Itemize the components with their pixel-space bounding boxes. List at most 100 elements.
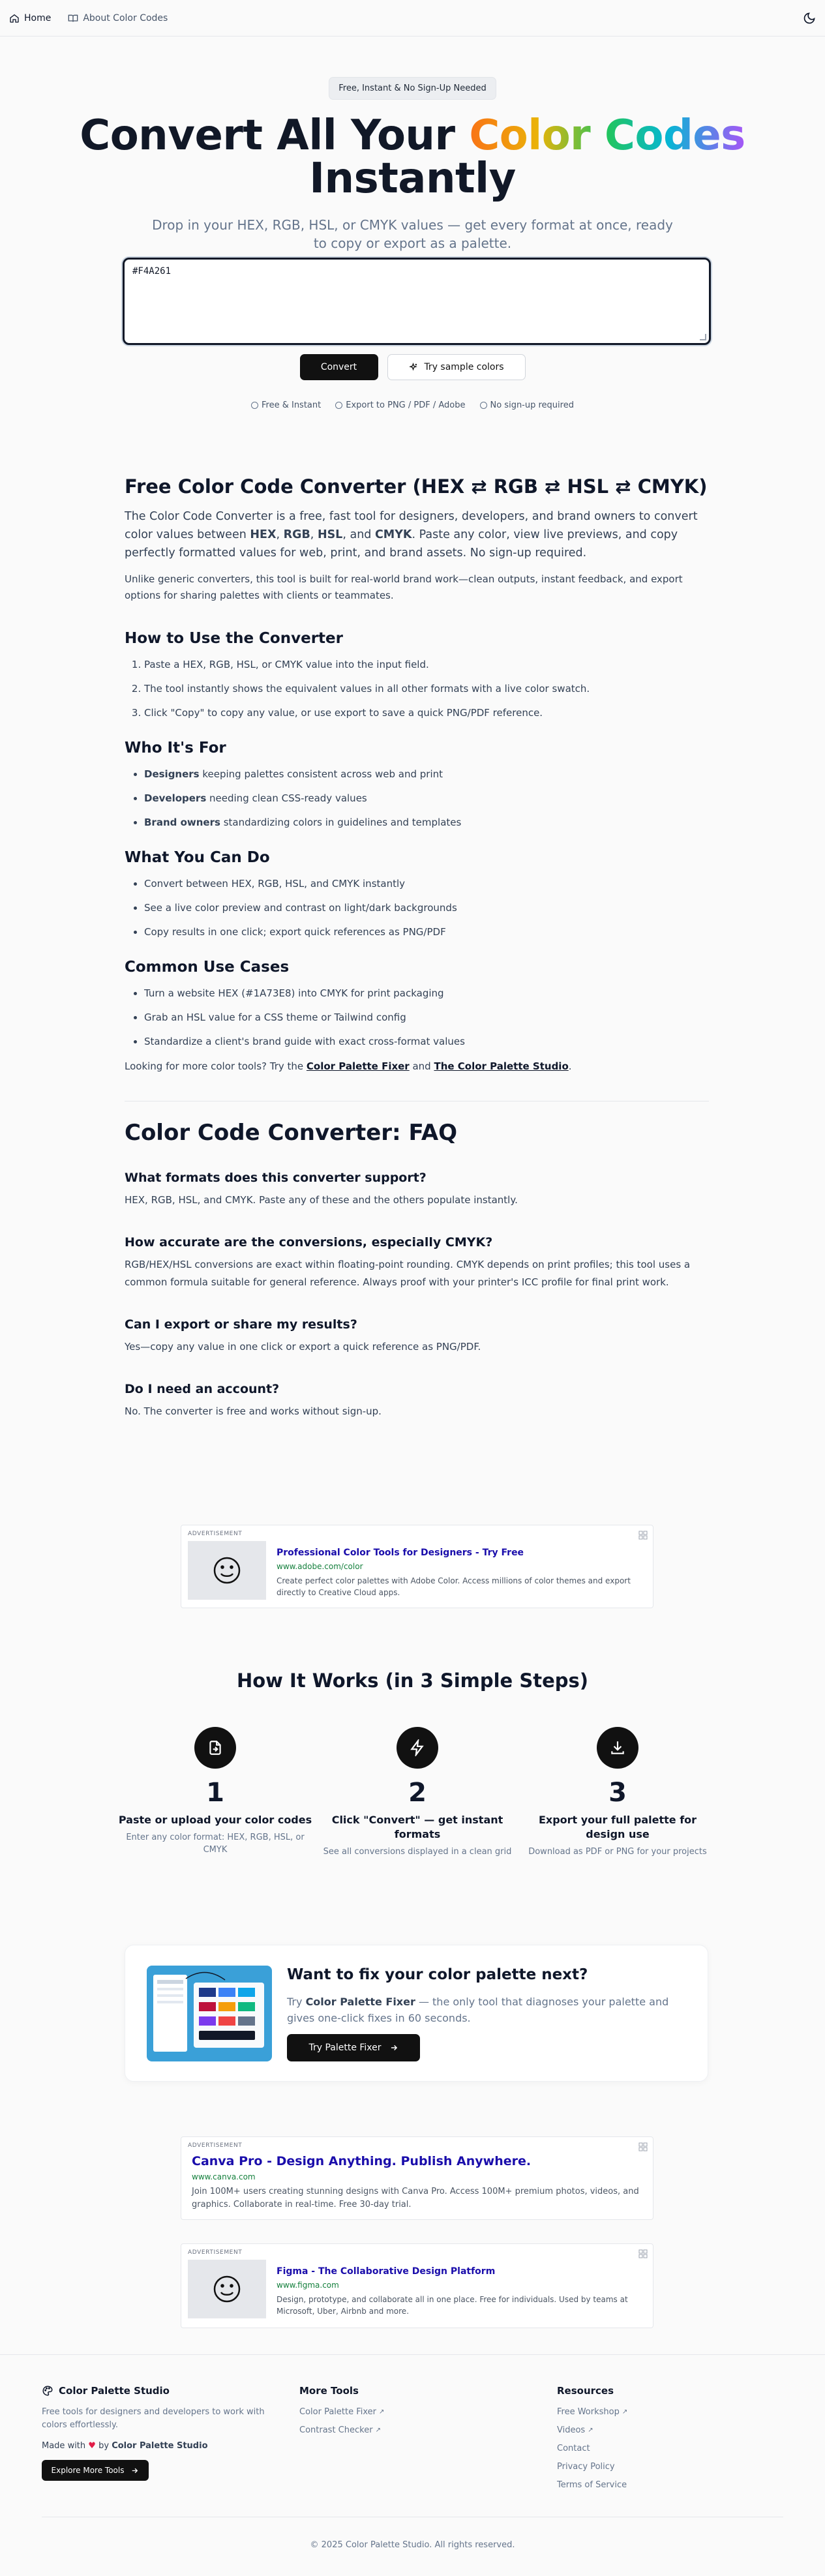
article-intro: Unlike generic converters, this tool is …: [125, 573, 683, 601]
step-desc: Enter any color format: HEX, RGB, HSL, o…: [126, 1833, 305, 1855]
lead-hex: HEX: [250, 528, 277, 541]
step-number: 3: [608, 1778, 627, 1808]
ad-desc: Join 100M+ users creating stunning desig…: [192, 2187, 639, 2209]
more-text: .: [568, 1060, 572, 1072]
faq-question: Do I need an account?: [125, 1382, 280, 1396]
feature-label: Free & Instant: [262, 400, 322, 410]
footer-resources-col: Resources Free Workshop ↗ Videos ↗ Contact…: [557, 2385, 627, 2490]
made-text: Made with: [42, 2441, 86, 2451]
lead-cmyk: CMYK: [374, 528, 412, 541]
arrow-right-icon: [391, 2044, 397, 2051]
ad-url[interactable]: www.adobe.com/color: [277, 1562, 646, 1571]
made-with: Made with ♥ by Color Palette Studio: [42, 2441, 277, 2451]
footer-link-privacy[interactable]: Privacy Policy: [557, 2462, 627, 2472]
faq-question: How accurate are the conversions, especi…: [125, 1235, 493, 1250]
ad-url[interactable]: www.canva.com: [192, 2172, 642, 2181]
lead-sep: , and: [342, 528, 375, 541]
ad-title[interactable]: Professional Color Tools for Designers -…: [277, 1548, 646, 1558]
who-list: Designers keeping palettes consistent ac…: [125, 767, 709, 830]
step-number: 1: [206, 1778, 224, 1808]
home-icon: [10, 14, 19, 23]
step-title: Click "Convert" — get instant formats: [331, 1814, 503, 1840]
uses-heading: Common Use Cases: [125, 959, 290, 976]
converter-actions: Convert Try sample colors: [0, 354, 825, 380]
footer-link-workshop[interactable]: Free Workshop ↗: [557, 2407, 627, 2417]
footer-link-terms[interactable]: Terms of Service: [557, 2480, 627, 2490]
list-item: The tool instantly shows the equivalent …: [144, 681, 709, 696]
more-tools-text: Looking for more color tools? Try the Co…: [125, 1058, 709, 1075]
palette-fixer-preview-image: [147, 1966, 272, 2061]
hero-title: Convert All Your Color Codes Instantly: [0, 114, 825, 200]
palette-studio-link[interactable]: The Color Palette Studio: [434, 1060, 568, 1072]
ad-choices-icon[interactable]: [638, 1531, 648, 1540]
step-card: 3 Export your full palette for design us…: [520, 1727, 715, 1858]
faq-section: Color Code Converter: FAQ What formats d…: [125, 1121, 709, 1420]
footer-brand-col: Color Palette Studio Free tools for desi…: [42, 2385, 277, 2481]
sample-colors-label: Try sample colors: [424, 362, 504, 372]
footer-link-contact[interactable]: Contact: [557, 2444, 627, 2453]
smiley-icon: [213, 1557, 241, 1584]
list-item-bold: Designers: [144, 768, 200, 780]
ad-title[interactable]: Figma - The Collaborative Design Platfor…: [277, 2266, 646, 2277]
list-item: Copy results in one click; export quick …: [144, 925, 709, 939]
palette-fixer-link[interactable]: Color Palette Fixer: [307, 1060, 410, 1072]
list-item-text: needing clean CSS-ready values: [206, 792, 367, 804]
footer-link-contrast-checker[interactable]: Contrast Checker ↗: [299, 2425, 384, 2435]
ad-choices-icon[interactable]: [638, 2249, 648, 2258]
made-text: by: [98, 2441, 110, 2451]
nav-home-link[interactable]: Home: [9, 13, 51, 23]
nav-about-link[interactable]: About Color Codes: [68, 13, 168, 23]
ad-card[interactable]: ADVERTISEMENT Professional Color Tools f…: [181, 1525, 653, 1608]
link-label: Free Workshop: [557, 2407, 620, 2417]
step-card: 1 Paste or upload your color codes Enter…: [117, 1727, 313, 1856]
link-label: Videos: [557, 2425, 586, 2435]
feature-item: Free & Instant: [251, 400, 321, 410]
external-link-icon: ↗: [588, 2427, 593, 2434]
list-item: Turn a website HEX (#1A73E8) into CMYK f…: [144, 986, 709, 1000]
link-label: Color Palette Fixer: [299, 2407, 377, 2417]
list-item: Brand owners standardizing colors in gui…: [144, 815, 709, 830]
ad-label: ADVERTISEMENT: [188, 2249, 243, 2256]
footer-heading: Resources: [557, 2385, 614, 2397]
footer-desc: Free tools for designers and developers …: [42, 2407, 265, 2430]
download-icon: [611, 1741, 624, 1754]
step-desc: Download as PDF or PNG for your projects: [528, 1847, 707, 1857]
hero-title-color: Color Codes: [469, 112, 745, 160]
lead-hsl: HSL: [317, 528, 343, 541]
color-input[interactable]: [132, 266, 701, 337]
resize-handle[interactable]: [700, 334, 706, 340]
lightning-icon: [410, 1739, 424, 1756]
article: Free Color Code Converter (HEX ⇄ RGB ⇄ H…: [125, 475, 709, 1420]
list-item-bold: Developers: [144, 792, 207, 804]
top-nav: Home About Color Codes: [0, 0, 825, 37]
can-heading: What You Can Do: [125, 849, 270, 866]
ad-choices-icon[interactable]: [638, 2142, 648, 2151]
nav-about-label: About Color Codes: [83, 12, 168, 23]
footer-link-videos[interactable]: Videos ↗: [557, 2425, 627, 2435]
convert-button[interactable]: Convert: [299, 354, 378, 380]
color-input-box: [123, 258, 711, 345]
ad-card[interactable]: ADVERTISEMENT Figma - The Collaborative …: [181, 2243, 653, 2328]
feature-label: No sign-up required: [490, 400, 574, 410]
try-palette-fixer-button[interactable]: Try Palette Fixer: [287, 2034, 420, 2061]
ad-card[interactable]: ADVERTISEMENT Canva Pro - Design Anythin…: [181, 2136, 653, 2220]
list-item: See a live color preview and contrast on…: [144, 901, 709, 915]
ad-image: [188, 1541, 266, 1600]
button-label: Explore More Tools: [51, 2466, 125, 2475]
hero: Free, Instant & No Sign-Up Needed Conver…: [0, 77, 825, 252]
hero-title-post: Instantly: [309, 155, 516, 203]
ad-url[interactable]: www.figma.com: [277, 2281, 646, 2290]
feature-list: Free & Instant Export to PNG / PDF / Ado…: [0, 400, 825, 410]
ad-label: ADVERTISEMENT: [188, 1531, 243, 1537]
more-text: and: [409, 1060, 434, 1072]
ad-title[interactable]: Canva Pro - Design Anything. Publish Any…: [192, 2154, 642, 2168]
ad-text: Figma - The Collaborative Design Platfor…: [277, 2260, 646, 2318]
moon-icon[interactable]: [803, 12, 816, 25]
feature-item: Export to PNG / PDF / Adobe: [335, 400, 466, 410]
sample-colors-button[interactable]: Try sample colors: [387, 354, 526, 380]
hero-badge: Free, Instant & No Sign-Up Needed: [329, 77, 496, 100]
list-item-bold: Brand owners: [144, 816, 220, 828]
promo-title: Want to fix your color palette next?: [287, 1966, 588, 1983]
explore-more-tools-button[interactable]: Explore More Tools: [42, 2460, 149, 2481]
footer-link-palette-fixer[interactable]: Color Palette Fixer ↗: [299, 2407, 384, 2417]
